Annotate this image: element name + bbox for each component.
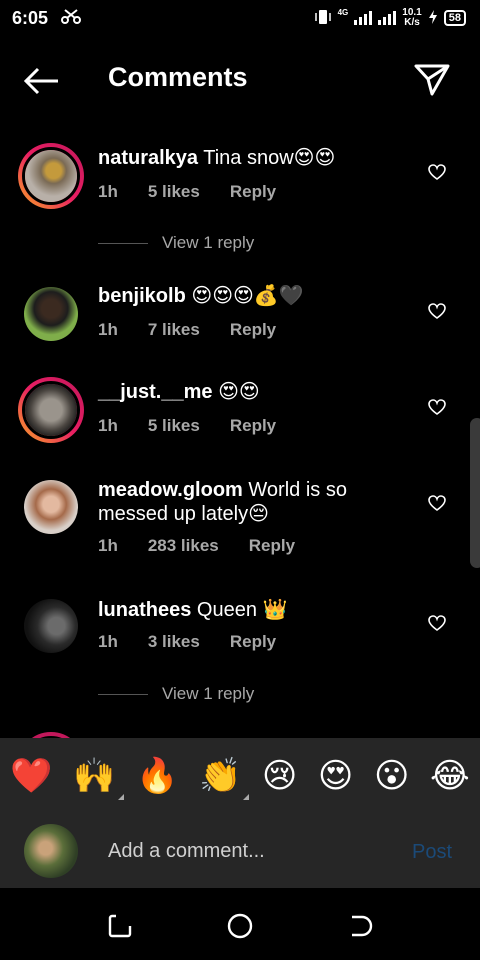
comment-body: 😍😍 [218, 381, 260, 403]
emoji-heart[interactable]: ❤️ [10, 756, 52, 796]
vibrate-icon [314, 9, 332, 28]
comment-item: __just.__me 😍😍 1h 5 likes Reply [0, 376, 480, 456]
avatar[interactable] [24, 287, 78, 341]
comment-likes[interactable]: 3 likes [148, 632, 200, 652]
comment-meta: 1h 7 likes Reply [98, 320, 276, 340]
divider [98, 693, 148, 695]
signal-icon-2 [378, 11, 397, 25]
comment-username[interactable]: meadow.gloom [98, 479, 243, 501]
reply-button[interactable]: Reply [230, 632, 276, 652]
comment-username[interactable]: lunathees [98, 599, 191, 621]
view-replies-label: View 1 reply [162, 233, 255, 252]
comment-item: meadow.gloom World is so messed up latel… [0, 476, 480, 566]
heart-icon[interactable] [428, 399, 446, 415]
avatar[interactable] [24, 599, 78, 653]
comment-text: meadow.gloom World is so messed up latel… [98, 478, 398, 526]
view-replies-label: View 1 reply [162, 684, 255, 703]
emoji-surprised[interactable]: 😮 [374, 756, 409, 796]
scissors-icon [60, 8, 82, 29]
emoji-raised-hands[interactable]: 🙌 [73, 756, 124, 800]
comment-time: 1h [98, 182, 118, 201]
post-button[interactable]: Post [412, 841, 452, 864]
page-title: Comments [108, 62, 248, 92]
avatar[interactable] [24, 480, 78, 534]
comment-composer: Post [0, 814, 480, 888]
emoji-raised-hands-glyph: 🙌 [73, 756, 116, 796]
heart-icon[interactable] [428, 303, 446, 319]
comment-input[interactable] [108, 836, 398, 866]
comment-text: naturalkya Tina snow😍😍 [98, 146, 398, 170]
comment-meta: 1h 3 likes Reply [98, 632, 276, 652]
reply-button[interactable]: Reply [230, 320, 276, 340]
skin-tone-indicator [117, 794, 124, 800]
view-replies-button[interactable]: View 1 reply [98, 233, 254, 253]
status-right: 4G 10.1 K/s 58 [314, 8, 466, 28]
emoji-quick-bar: ❤️ 🙌 🔥 👏 😢 😍 😮 😂 [0, 738, 480, 814]
emoji-laughing[interactable]: 😂 [430, 756, 470, 796]
network-speed: 10.1 K/s [402, 8, 421, 28]
comment-item: naturalkya Tina snow😍😍 1h 5 likes Reply … [0, 140, 480, 270]
comment-time: 1h [98, 416, 118, 435]
header: Comments [0, 50, 480, 110]
emoji-clap-glyph: 👏 [199, 756, 242, 796]
comment-time: 1h [98, 536, 118, 555]
comment-text: __just.__me 😍😍 [98, 380, 398, 404]
comment-body: Tina snow😍😍 [203, 147, 336, 169]
network-label: 4G [337, 8, 349, 17]
home-icon[interactable] [226, 912, 254, 940]
skin-tone-indicator [243, 794, 250, 800]
arrow-left-icon[interactable] [22, 64, 62, 98]
status-bar: 6:05 4G 10.1 K/s 58 [0, 0, 480, 36]
comment-text: benjikolb 😍😍😍💰🖤 [98, 284, 398, 308]
recents-icon[interactable] [106, 912, 134, 940]
scroll-handle[interactable] [470, 418, 480, 568]
comment-body: Queen 👑 [196, 599, 288, 621]
comment-likes[interactable]: 283 likes [148, 536, 219, 556]
reply-button[interactable]: Reply [230, 416, 276, 436]
comment-username[interactable]: benjikolb [98, 285, 186, 307]
comment-likes[interactable]: 5 likes [148, 416, 200, 436]
charging-icon [428, 9, 438, 27]
comment-meta: 1h 5 likes Reply [98, 182, 276, 202]
heart-icon[interactable] [428, 495, 446, 511]
comment-body: 😍😍😍💰🖤 [191, 285, 304, 307]
speed-unit: K/s [404, 17, 420, 28]
avatar[interactable] [18, 143, 84, 209]
comment-meta: 1h 283 likes Reply [98, 536, 295, 556]
reply-button[interactable]: Reply [230, 182, 276, 202]
emoji-crying[interactable]: 😢 [262, 756, 297, 796]
emoji-fire[interactable]: 🔥 [136, 756, 178, 796]
heart-icon[interactable] [428, 615, 446, 631]
comment-username[interactable]: __just.__me [98, 381, 213, 403]
avatar [24, 824, 78, 878]
battery-indicator: 58 [443, 10, 466, 26]
comment-time: 1h [98, 632, 118, 651]
comment-item: lunathees Queen 👑 1h 3 likes Reply View … [0, 594, 480, 724]
comment-text: lunathees Queen 👑 [98, 598, 398, 622]
comment-likes[interactable]: 7 likes [148, 320, 200, 340]
signal-icon [354, 11, 373, 25]
comment-time: 1h [98, 320, 118, 339]
comment-username[interactable]: naturalkya [98, 147, 198, 169]
comment-item: benjikolb 😍😍😍💰🖤 1h 7 likes Reply [0, 282, 480, 362]
reply-button[interactable]: Reply [249, 536, 295, 556]
comment-likes[interactable]: 5 likes [148, 182, 200, 202]
system-nav-bar [0, 888, 480, 960]
view-replies-button[interactable]: View 1 reply [98, 684, 254, 704]
emoji-clap[interactable]: 👏 [199, 756, 250, 800]
back-nav-icon[interactable] [346, 912, 374, 940]
paper-plane-icon[interactable] [412, 62, 452, 98]
avatar[interactable] [18, 377, 84, 443]
divider [98, 242, 148, 244]
emoji-heart-eyes[interactable]: 😍 [318, 756, 353, 796]
comment-meta: 1h 5 likes Reply [98, 416, 276, 436]
status-time: 6:05 [12, 7, 49, 28]
heart-icon[interactable] [428, 164, 446, 180]
